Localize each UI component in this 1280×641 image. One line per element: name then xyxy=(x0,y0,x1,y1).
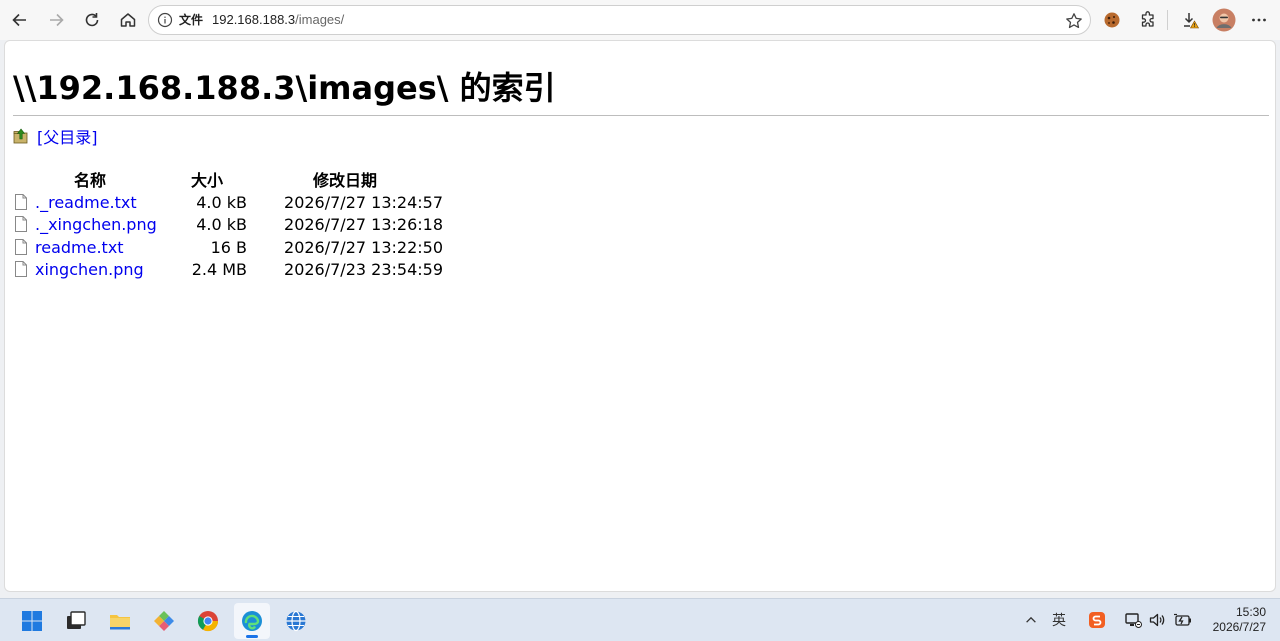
file-modified-cell: 2026/7/27 13:24:57 xyxy=(284,192,443,212)
url-text[interactable]: 192.168.188.3/images/ xyxy=(212,11,344,29)
ime-indicator[interactable]: 英 xyxy=(1048,609,1070,631)
file-size-cell: 4.0 kB xyxy=(196,215,247,235)
downloads-button[interactable] xyxy=(1176,6,1204,34)
network-status-button[interactable] xyxy=(1122,609,1144,631)
browser-toolbar: 文件 192.168.188.3/images/ xyxy=(0,0,1280,40)
battery-charging-icon xyxy=(1174,613,1191,626)
file-link[interactable]: ._readme.txt xyxy=(35,193,137,212)
back-arrow-icon xyxy=(12,13,26,27)
sogou-s-icon xyxy=(1089,612,1105,628)
file-icon xyxy=(15,261,27,278)
colorful-diamond-icon xyxy=(154,611,174,631)
file-modified-cell: 2026/7/27 13:26:18 xyxy=(284,215,443,235)
file-link[interactable]: xingchen.png xyxy=(35,260,144,279)
clock-date: 2026/7/27 xyxy=(1212,620,1266,634)
file-modified-cell: 2026/7/27 13:22:50 xyxy=(284,237,443,257)
clock-time: 15:30 xyxy=(1235,605,1266,619)
home-icon xyxy=(120,13,136,27)
parent-directory-row: [父目录] xyxy=(13,125,98,147)
file-icon xyxy=(15,216,27,233)
show-hidden-icons-button[interactable] xyxy=(1020,609,1042,631)
task-view-icon xyxy=(67,611,86,629)
file-name-cell: ._xingchen.png xyxy=(13,214,167,237)
table-header-row: 名称 大小 修改日期 xyxy=(13,167,443,191)
chrome-icon xyxy=(197,611,219,632)
column-header-modified[interactable]: 修改日期 xyxy=(247,167,443,191)
forward-button[interactable] xyxy=(42,6,70,34)
cookie-extension-button[interactable] xyxy=(1098,6,1126,34)
start-button[interactable] xyxy=(14,603,50,639)
table-row: ._xingchen.png 4.0 kB 2026/7/27 13:26:18 xyxy=(13,214,443,237)
download-warning-icon xyxy=(1184,13,1200,29)
chrome-button[interactable] xyxy=(190,603,226,639)
task-view-button[interactable] xyxy=(58,603,94,639)
edge-icon xyxy=(242,611,262,631)
file-name-cell: ._readme.txt xyxy=(13,191,167,214)
file-explorer-button[interactable] xyxy=(102,603,138,639)
file-size-cell: 2.4 MB xyxy=(191,260,247,280)
extensions-button[interactable] xyxy=(1134,6,1162,34)
file-modified-cell: 2026/7/23 23:54:59 xyxy=(284,260,443,280)
file-link[interactable]: ._xingchen.png xyxy=(35,215,157,234)
taskbar: 英 15:30 2026/7/27 xyxy=(0,598,1280,641)
address-bar[interactable]: 文件 192.168.188.3/images/ xyxy=(148,5,1091,35)
avatar-icon xyxy=(1212,8,1236,32)
refresh-icon xyxy=(85,13,99,27)
forward-arrow-icon xyxy=(50,13,64,27)
site-info-icon[interactable] xyxy=(157,12,173,28)
system-clock[interactable]: 15:30 2026/7/27 xyxy=(1213,605,1266,635)
home-button[interactable] xyxy=(114,6,142,34)
more-menu-button[interactable] xyxy=(1245,6,1273,34)
battery-button[interactable] xyxy=(1172,609,1194,631)
folder-icon xyxy=(110,615,130,630)
column-header-name[interactable]: 名称 xyxy=(13,167,167,191)
back-button[interactable] xyxy=(6,6,34,34)
file-listing-table: 名称 大小 修改日期 ._readme.txt 4.0 kB 2026/7/27… xyxy=(13,167,443,281)
sogou-ime-tray-button[interactable] xyxy=(1086,609,1108,631)
url-path: /images/ xyxy=(295,12,345,27)
column-header-size[interactable]: 大小 xyxy=(167,167,247,191)
network-globe-app-button[interactable] xyxy=(278,603,314,639)
file-icon xyxy=(15,238,27,255)
globe-icon xyxy=(286,610,306,632)
chevron-up-icon xyxy=(1026,616,1036,623)
refresh-button[interactable] xyxy=(78,6,106,34)
toolbar-separator xyxy=(1167,10,1168,30)
parent-directory-link[interactable]: [父目录] xyxy=(37,124,98,148)
volume-button[interactable] xyxy=(1146,609,1168,631)
speaker-icon xyxy=(1149,613,1165,627)
table-row: xingchen.png 2.4 MB 2026/7/23 23:54:59 xyxy=(13,259,443,282)
table-row: ._readme.txt 4.0 kB 2026/7/27 13:24:57 xyxy=(13,191,443,214)
windows-start-icon xyxy=(22,611,42,631)
file-size-cell: 16 B xyxy=(210,237,247,257)
folder-up-icon xyxy=(13,128,28,144)
edge-button[interactable] xyxy=(234,603,270,639)
title-divider xyxy=(13,115,1269,116)
page-title: \\192.168.188.3\images\ 的索引 xyxy=(13,69,556,107)
file-link[interactable]: readme.txt xyxy=(35,238,124,257)
file-name-cell: xingchen.png xyxy=(13,259,167,282)
ime-label: 英 xyxy=(1052,613,1066,629)
file-icon xyxy=(15,193,27,210)
git-app-button[interactable] xyxy=(146,603,182,639)
file-size-cell: 4.0 kB xyxy=(196,192,247,212)
network-monitor-icon xyxy=(1125,613,1142,628)
file-scheme-label: 文件 xyxy=(179,13,204,27)
profile-avatar-button[interactable] xyxy=(1210,6,1238,34)
table-row: readme.txt 16 B 2026/7/27 13:22:50 xyxy=(13,236,443,259)
favorite-star-icon[interactable] xyxy=(1064,11,1084,31)
puzzle-extensions-icon xyxy=(1141,11,1154,27)
more-dots-icon xyxy=(1252,18,1266,22)
cookie-icon xyxy=(1104,12,1120,28)
page-content: \\192.168.188.3\images\ 的索引 [父目录] 名称 大小 … xyxy=(4,40,1276,592)
url-host: 192.168.188.3 xyxy=(212,12,296,27)
file-name-cell: readme.txt xyxy=(13,236,167,259)
